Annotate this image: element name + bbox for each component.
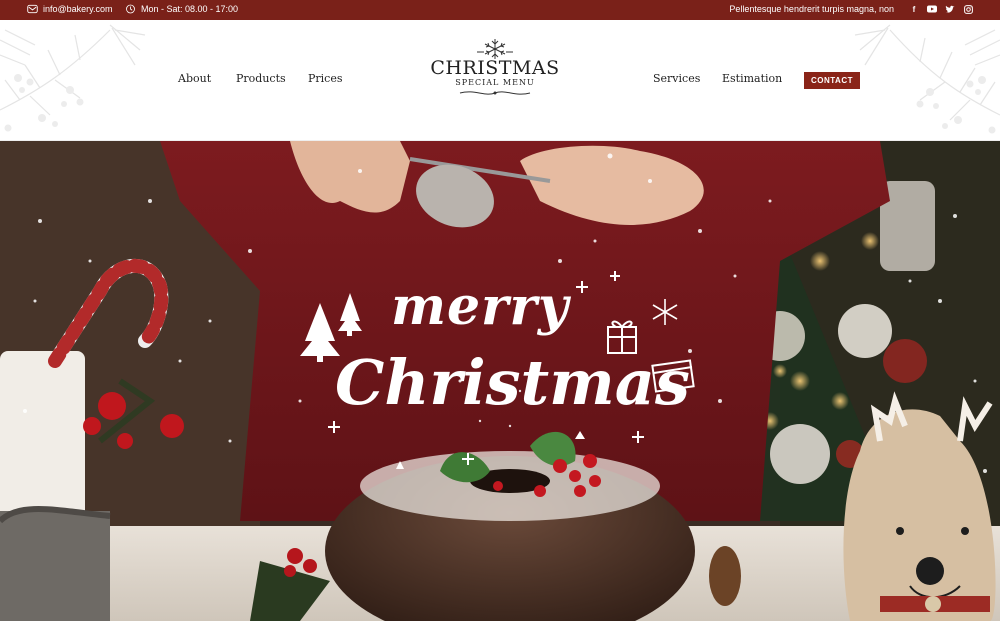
flourish-icon <box>459 91 531 95</box>
email-contact[interactable]: info@bakery.com <box>27 4 113 14</box>
tagline-text: Pellentesque hendrerit turpis magna, non <box>729 4 894 14</box>
top-bar: info@bakery.com Mon - Sat: 08.00 - 17:00… <box>0 0 1000 20</box>
contact-button[interactable]: CONTACT <box>804 72 860 89</box>
nav-products[interactable]: Products <box>236 72 286 85</box>
clock-icon <box>126 4 135 14</box>
twitter-icon[interactable] <box>944 4 956 14</box>
nav-services[interactable]: Services <box>653 72 700 85</box>
email-text: info@bakery.com <box>43 4 113 14</box>
top-bar-right: Pellentesque hendrerit turpis magna, non… <box>729 4 974 14</box>
mail-icon <box>27 4 38 14</box>
hours-text: Mon - Sat: 08.00 - 17:00 <box>141 4 239 14</box>
hero-banner: merry Christmas <box>0 141 1000 621</box>
nav-prices[interactable]: Prices <box>308 72 343 85</box>
youtube-icon[interactable] <box>926 4 938 14</box>
holly-decoration-right <box>854 24 1000 134</box>
logo-title: CHRISTMAS <box>430 57 560 79</box>
site-header: About Products Prices CHRISTMAS SPECIAL … <box>0 20 1000 141</box>
site-logo[interactable]: CHRISTMAS SPECIAL MENU <box>430 38 560 112</box>
hero-photo <box>0 141 1000 621</box>
holly-decoration-left <box>0 24 146 132</box>
instagram-icon[interactable] <box>962 4 974 14</box>
facebook-icon[interactable]: f <box>908 4 920 14</box>
logo-subtitle: SPECIAL MENU <box>455 78 535 87</box>
nav-estimation[interactable]: Estimation <box>722 72 782 85</box>
nav-about[interactable]: About <box>178 72 211 85</box>
opening-hours: Mon - Sat: 08.00 - 17:00 <box>125 4 238 14</box>
